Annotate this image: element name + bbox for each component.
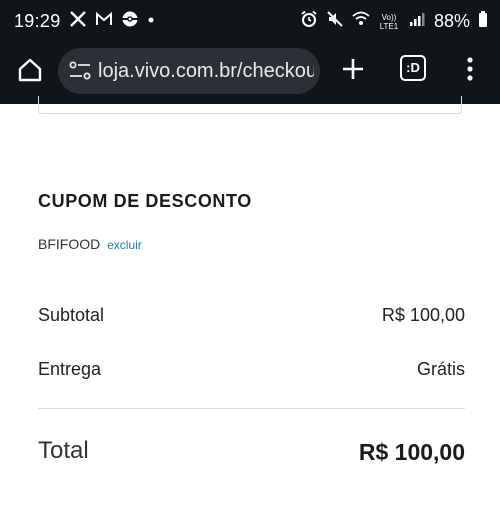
delivery-value: Grátis: [416, 359, 465, 379]
url-text: loja.vivo.com.br/checkout: [98, 60, 314, 82]
plus-icon: [343, 59, 363, 79]
pokeball-icon: [121, 10, 139, 33]
wifi-icon: [352, 10, 370, 33]
remove-coupon-link[interactable]: excluir: [107, 238, 142, 252]
subtotal-value: R$ 100,00: [381, 305, 465, 325]
x-app-icon: [69, 10, 87, 33]
browser-toolbar: loja.vivo.com.br/checkout :D: [0, 44, 500, 104]
coupon-section-title: CUPOM DE DESCONTO: [38, 191, 252, 211]
signal-icon: [408, 10, 426, 33]
subtotal-row: Subtotal R$ 100,00: [38, 305, 465, 326]
home-icon: [18, 58, 42, 82]
alarm-icon: [300, 10, 318, 33]
status-time: 19:29: [14, 11, 61, 31]
status-bar: 19:29 Vo)) LTE1 88%: [0, 0, 500, 44]
coupon-code: BFIFOOD: [38, 236, 101, 252]
mute-icon: [326, 10, 344, 33]
address-bar[interactable]: loja.vivo.com.br/checkout: [58, 48, 320, 94]
new-tab-button[interactable]: [338, 54, 368, 84]
battery-percent: 88%: [433, 11, 470, 31]
battery-icon: [478, 10, 488, 33]
subtotal-label: Subtotal: [38, 305, 105, 325]
tab-switcher-button[interactable]: :D: [400, 55, 426, 81]
total-value: R$ 100,00: [358, 439, 465, 465]
home-button[interactable]: [14, 54, 46, 86]
applied-coupon: BFIFOOD excluir: [38, 236, 142, 252]
summary-divider: [38, 408, 465, 409]
delivery-label: Entrega: [38, 359, 102, 379]
site-settings-icon[interactable]: [68, 60, 92, 82]
total-label: Total: [38, 437, 89, 464]
delivery-row: Entrega Grátis: [38, 359, 465, 380]
notification-dot-icon: [147, 10, 155, 33]
status-right: Vo)) LTE1 88%: [300, 10, 488, 33]
previous-section-card-edge: [38, 96, 462, 114]
volte-lte-label: Vo)) LTE1: [379, 12, 399, 31]
gmail-icon: [95, 10, 113, 33]
overflow-menu-button[interactable]: [460, 54, 480, 84]
status-left: 19:29: [14, 10, 155, 33]
more-vert-icon: [467, 57, 473, 81]
